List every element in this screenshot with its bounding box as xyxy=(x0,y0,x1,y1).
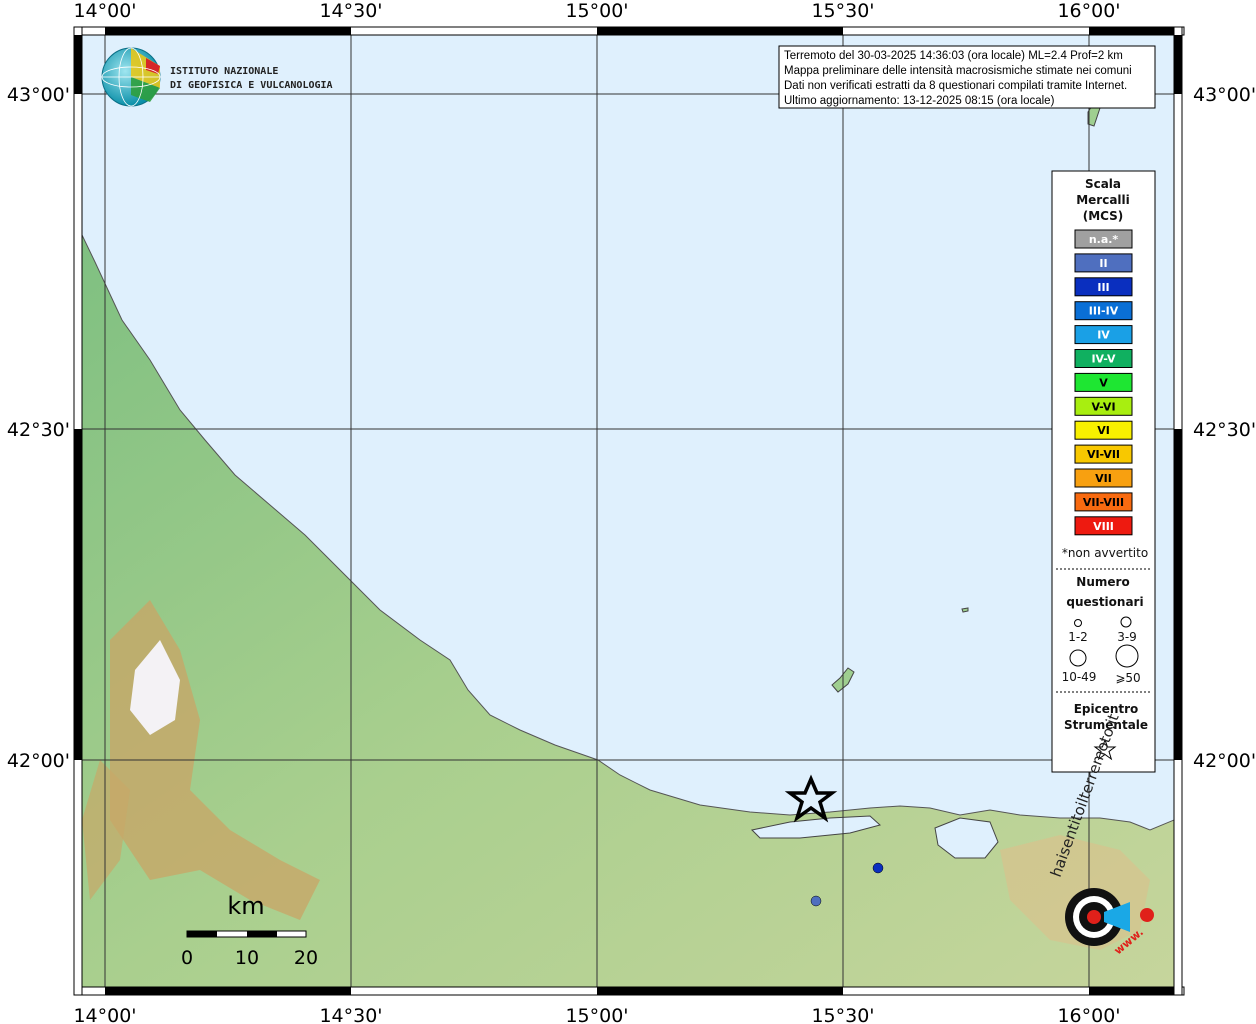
latitude-label: 42°30' xyxy=(1193,419,1256,441)
info-line-4: Ultimo aggiornamento: 13-12-2025 08:15 (… xyxy=(784,95,1055,107)
scale-unit: km xyxy=(227,892,264,920)
count-label-4: ⩾50 xyxy=(1115,671,1140,685)
longitude-label: 14°00' xyxy=(73,0,136,22)
count-title-2: questionari xyxy=(1066,595,1143,609)
latitude-labels-right: 43°00' 42°30' 42°00' xyxy=(1193,84,1256,772)
intensity-label: V-VI xyxy=(1091,400,1115,413)
legend-note: *non avvertito xyxy=(1062,546,1148,560)
intensity-label: II xyxy=(1099,257,1107,270)
longitude-label: 14°30' xyxy=(319,0,382,22)
intensity-point-iii[interactable] xyxy=(872,862,884,874)
count-title-1: Numero xyxy=(1076,575,1129,589)
frame-segment xyxy=(1174,429,1182,760)
macroseismic-map: 14°00' 14°30' 15°00' 15°30' 16°00' 14°00' 14°… xyxy=(7,0,1256,1024)
info-line-2: Mappa preliminare delle intensità macros… xyxy=(784,65,1132,77)
intensity-label: n.a.* xyxy=(1089,233,1119,246)
intensity-point-ii[interactable] xyxy=(810,895,822,907)
latitude-label: 42°00' xyxy=(7,750,70,772)
frame-segment xyxy=(74,35,82,94)
info-line-3: Dati non verificati estratti da 8 questi… xyxy=(784,80,1127,92)
intensity-label: VII xyxy=(1095,472,1112,485)
frame-segment xyxy=(1174,35,1182,94)
hsit-question-icon xyxy=(1140,908,1154,922)
frame-segment xyxy=(597,987,843,995)
longitude-label: 15°30' xyxy=(811,1005,874,1024)
frame-segment xyxy=(105,27,351,35)
count-label-1: 1-2 xyxy=(1068,630,1088,644)
count-label-3: 10-49 xyxy=(1062,670,1097,684)
frame-segment xyxy=(105,987,351,995)
intensity-label: III-IV xyxy=(1089,305,1119,318)
info-line-1: Terremoto del 30-03-2025 14:36:03 (ora l… xyxy=(784,50,1123,62)
latitude-label: 42°00' xyxy=(1193,750,1256,772)
info-box: Terremoto del 30-03-2025 14:36:03 (ora l… xyxy=(778,45,1156,109)
frame-segment xyxy=(597,27,843,35)
legend-title-2: Mercalli xyxy=(1076,193,1130,207)
latitude-labels-left: 43°00' 42°30' 42°00' xyxy=(7,84,70,772)
intensity-label: III xyxy=(1097,281,1109,294)
intensity-label: VI-VII xyxy=(1087,448,1120,461)
longitude-labels-bottom: 14°00' 14°30' 15°00' 15°30' 16°00' xyxy=(73,1005,1120,1024)
longitude-labels-top: 14°00' 14°30' 15°00' 15°30' 16°00' xyxy=(73,0,1120,22)
ingv-globe-icon xyxy=(101,47,161,107)
intensity-label: IV xyxy=(1097,329,1110,342)
frame-segment xyxy=(1089,987,1174,995)
longitude-label: 14°30' xyxy=(319,1005,382,1024)
pianosa-island xyxy=(961,607,969,613)
count-label-2: 3-9 xyxy=(1117,630,1137,644)
latitude-label: 43°00' xyxy=(7,84,70,106)
longitude-label: 14°00' xyxy=(73,1005,136,1024)
intensity-label: IV-V xyxy=(1091,353,1116,366)
intensity-label: VIII xyxy=(1093,520,1114,533)
longitude-label: 16°00' xyxy=(1057,0,1120,22)
intensity-label: VI xyxy=(1097,424,1110,437)
longitude-label: 15°00' xyxy=(565,0,628,22)
latitude-label: 42°30' xyxy=(7,419,70,441)
longitude-label: 15°00' xyxy=(565,1005,628,1024)
legend-title-1: Scala xyxy=(1085,177,1121,191)
ingv-name-line1: ISTITUTO NAZIONALE xyxy=(170,66,278,77)
legend-title-3: (MCS) xyxy=(1083,209,1124,223)
scale-label-20: 20 xyxy=(294,947,318,969)
latitude-label: 43°00' xyxy=(1193,84,1256,106)
intensity-label: V xyxy=(1099,376,1108,389)
longitude-label: 15°30' xyxy=(811,0,874,22)
frame-segment xyxy=(1089,27,1174,35)
scale-label-0: 0 xyxy=(181,947,193,969)
legend: Scala Mercalli (MCS) n.a.*IIIIIIII-IVIVI… xyxy=(1051,170,1156,773)
scale-label-10: 10 xyxy=(235,947,259,969)
frame-segment xyxy=(74,429,82,760)
longitude-label: 16°00' xyxy=(1057,1005,1120,1024)
ingv-name-line2: DI GEOFISICA E VULCANOLOGIA xyxy=(170,80,333,91)
intensity-label: VII-VIII xyxy=(1083,496,1124,509)
